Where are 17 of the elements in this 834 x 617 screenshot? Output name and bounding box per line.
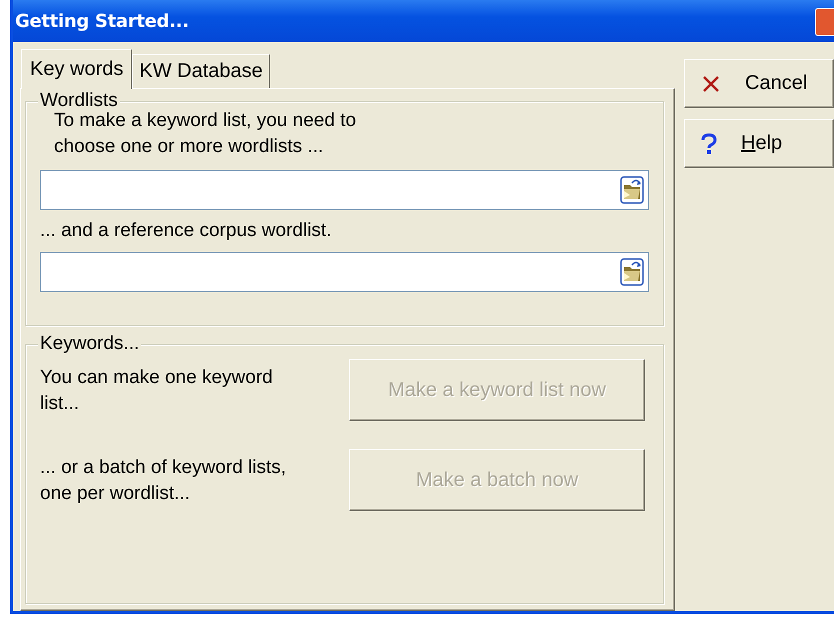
- help-icon: [701, 132, 717, 154]
- close-button[interactable]: [815, 8, 834, 36]
- group-label: Keywords...: [38, 333, 142, 355]
- file-input-field[interactable]: [40, 252, 649, 292]
- window-title: Getting Started...: [14, 10, 189, 32]
- open-folder-icon[interactable]: [620, 258, 644, 286]
- instruction-text: ... or a batch of keyword lists, one per wordlist...: [40, 456, 288, 506]
- instruction-text: ... and a reference corpus wordlist.: [40, 219, 332, 243]
- instruction-text: You can make one keyword list...: [40, 366, 274, 416]
- help-button[interactable]: Help: [684, 119, 834, 168]
- close-icon: [701, 74, 721, 94]
- cancel-button[interactable]: Cancel: [684, 59, 834, 108]
- tab[interactable]: Key words: [21, 49, 132, 89]
- tab[interactable]: KW Database: [132, 54, 270, 88]
- file-input-field[interactable]: [40, 170, 649, 210]
- instruction-text: To make a keyword list, you need to choose one or more wordlists ...: [53, 109, 358, 159]
- open-folder-icon[interactable]: [620, 176, 644, 204]
